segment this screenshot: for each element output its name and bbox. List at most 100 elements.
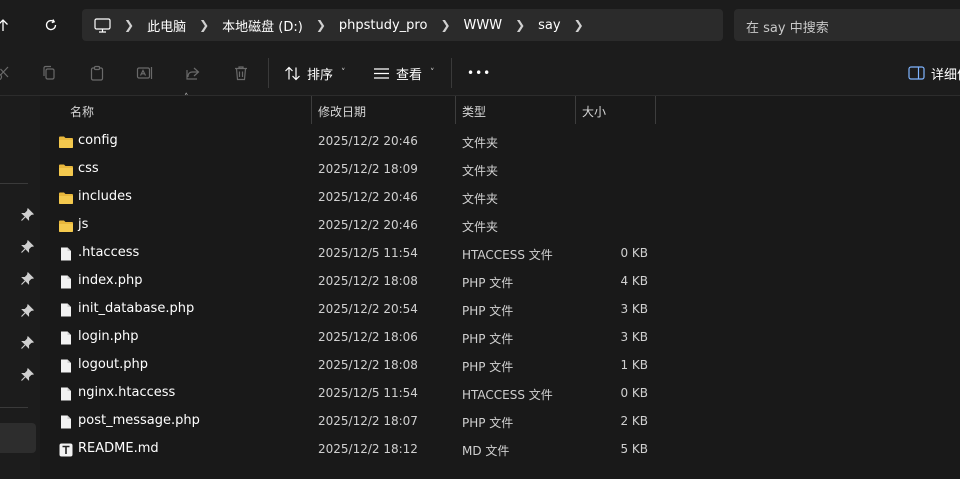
pin-icon[interactable] (20, 207, 35, 222)
file-icon (58, 386, 74, 402)
file-type: PHP 文件 (462, 304, 514, 318)
chevron-down-icon: ˅ (341, 68, 346, 78)
refresh-icon[interactable] (36, 10, 66, 40)
delete-icon[interactable] (230, 62, 252, 84)
table-row[interactable]: post_message.php 2025/12/2 18:07 PHP 文件 2 K… (40, 408, 960, 436)
file-date: 2025/12/2 20:46 (318, 134, 418, 148)
chevron-right-icon[interactable]: ❯ (199, 18, 209, 32)
file-name: config (78, 133, 118, 148)
file-type: 文件夹 (462, 220, 499, 234)
nav-divider (0, 183, 28, 184)
column-divider[interactable] (575, 96, 576, 124)
file-icon (58, 274, 74, 290)
file-name: .htaccess (78, 245, 140, 260)
search-placeholder: 在 say 中搜索 (746, 21, 829, 36)
breadcrumb-item-say[interactable]: say (538, 18, 560, 33)
chevron-right-icon[interactable]: ❯ (316, 18, 326, 32)
file-date: 2025/12/2 18:09 (318, 162, 418, 176)
view-label: 查看 (396, 67, 423, 83)
file-list: ˄ 名称 修改日期 类型 大小 config 2025/12/2 20:46 文件夹… (40, 93, 960, 479)
file-size: 1 KB (620, 358, 648, 372)
file-name: post_message.php (78, 413, 200, 428)
file-type: PHP 文件 (462, 332, 514, 346)
breadcrumb-item-drive-d[interactable]: 本地磁盘 (D:) (222, 16, 303, 35)
nav-item-selected[interactable] (0, 423, 36, 453)
text-file-icon (58, 442, 74, 458)
file-name: nginx.htaccess (78, 385, 176, 400)
sort-label: 排序 (307, 67, 334, 83)
up-arrow-icon[interactable] (0, 10, 18, 40)
column-header-name[interactable]: 名称 (70, 96, 310, 126)
nav-divider (0, 407, 28, 408)
file-name: includes (78, 189, 132, 204)
table-row[interactable]: css 2025/12/2 18:09 文件夹 (40, 156, 960, 184)
table-row[interactable]: includes 2025/12/2 20:46 文件夹 (40, 184, 960, 212)
breadcrumb-item-www[interactable]: WWW (464, 18, 503, 33)
file-date: 2025/12/2 20:46 (318, 190, 418, 204)
file-name: logout.php (78, 357, 148, 372)
file-size: 4 KB (620, 274, 648, 288)
sort-button[interactable]: 排序 ˅ (284, 60, 346, 86)
details-pane-button[interactable]: 详细信 (908, 60, 960, 86)
table-row[interactable]: login.php 2025/12/2 18:06 PHP 文件 3 KB (40, 324, 960, 352)
pin-icon[interactable] (20, 335, 35, 350)
column-header-type[interactable]: 类型 (462, 96, 572, 126)
rename-icon[interactable] (134, 62, 156, 84)
table-row[interactable]: index.php 2025/12/2 18:08 PHP 文件 4 KB (40, 268, 960, 296)
file-date: 2025/12/2 18:12 (318, 442, 418, 456)
file-date: 2025/12/2 18:08 (318, 274, 418, 288)
file-size: 3 KB (620, 302, 648, 316)
file-date: 2025/12/2 18:06 (318, 330, 418, 344)
pin-icon[interactable] (20, 303, 35, 318)
details-label: 详细信 (931, 67, 960, 83)
share-icon[interactable] (182, 62, 204, 84)
table-row[interactable]: .htaccess 2025/12/5 11:54 HTACCESS 文件 0 KB (40, 240, 960, 268)
search-input[interactable]: 在 say 中搜索 (734, 9, 960, 41)
details-pane-icon (908, 66, 925, 80)
column-divider[interactable] (655, 96, 656, 124)
pin-icon[interactable] (20, 271, 35, 286)
file-date: 2025/12/2 18:08 (318, 358, 418, 372)
file-type: 文件夹 (462, 192, 499, 206)
sort-icon (284, 66, 301, 81)
file-type: 文件夹 (462, 136, 499, 150)
address-box[interactable]: ❯ 此电脑 ❯ 本地磁盘 (D:) ❯ phpstudy_pro ❯ WWW ❯… (82, 9, 723, 41)
column-divider[interactable] (311, 96, 312, 124)
column-divider[interactable] (455, 96, 456, 124)
table-row[interactable]: init_database.php 2025/12/2 20:54 PHP 文件 3 … (40, 296, 960, 324)
pin-icon[interactable] (20, 367, 35, 382)
pin-icon[interactable] (20, 239, 35, 254)
navigation-pane (0, 96, 40, 479)
cut-icon[interactable] (0, 62, 14, 84)
breadcrumb-item-phpstudy[interactable]: phpstudy_pro (339, 18, 428, 33)
file-name: init_database.php (78, 301, 195, 316)
paste-icon[interactable] (86, 62, 108, 84)
file-icon (58, 358, 74, 374)
chevron-right-icon[interactable]: ❯ (124, 18, 134, 32)
table-row[interactable]: nginx.htaccess 2025/12/5 11:54 HTACCESS 文件… (40, 380, 960, 408)
monitor-icon[interactable] (94, 17, 111, 33)
file-date: 2025/12/5 11:54 (318, 386, 418, 400)
chevron-right-icon[interactable]: ❯ (574, 18, 584, 32)
file-icon (58, 302, 74, 318)
table-row[interactable]: js 2025/12/2 20:46 文件夹 (40, 212, 960, 240)
file-size: 3 KB (620, 330, 648, 344)
file-type: MD 文件 (462, 444, 510, 458)
table-row[interactable]: config 2025/12/2 20:46 文件夹 (40, 128, 960, 156)
column-header-date[interactable]: 修改日期 (318, 96, 458, 126)
breadcrumb-item-this-pc[interactable]: 此电脑 (147, 16, 186, 35)
file-icon (58, 330, 74, 346)
file-date: 2025/12/2 20:54 (318, 302, 418, 316)
toolbar-divider (268, 58, 269, 88)
table-row[interactable]: README.md 2025/12/2 18:12 MD 文件 5 KB (40, 436, 960, 464)
breadcrumb: ❯ 此电脑 ❯ 本地磁盘 (D:) ❯ phpstudy_pro ❯ WWW ❯… (82, 9, 597, 41)
chevron-right-icon[interactable]: ❯ (515, 18, 525, 32)
copy-icon[interactable] (38, 62, 60, 84)
file-icon (58, 414, 74, 430)
file-date: 2025/12/2 20:46 (318, 218, 418, 232)
column-header-size[interactable]: 大小 (582, 96, 652, 126)
view-button[interactable]: 查看 ˅ (373, 60, 435, 86)
chevron-right-icon[interactable]: ❯ (440, 18, 450, 32)
table-row[interactable]: logout.php 2025/12/2 18:08 PHP 文件 1 KB (40, 352, 960, 380)
more-options-button[interactable]: ••• (467, 60, 491, 86)
